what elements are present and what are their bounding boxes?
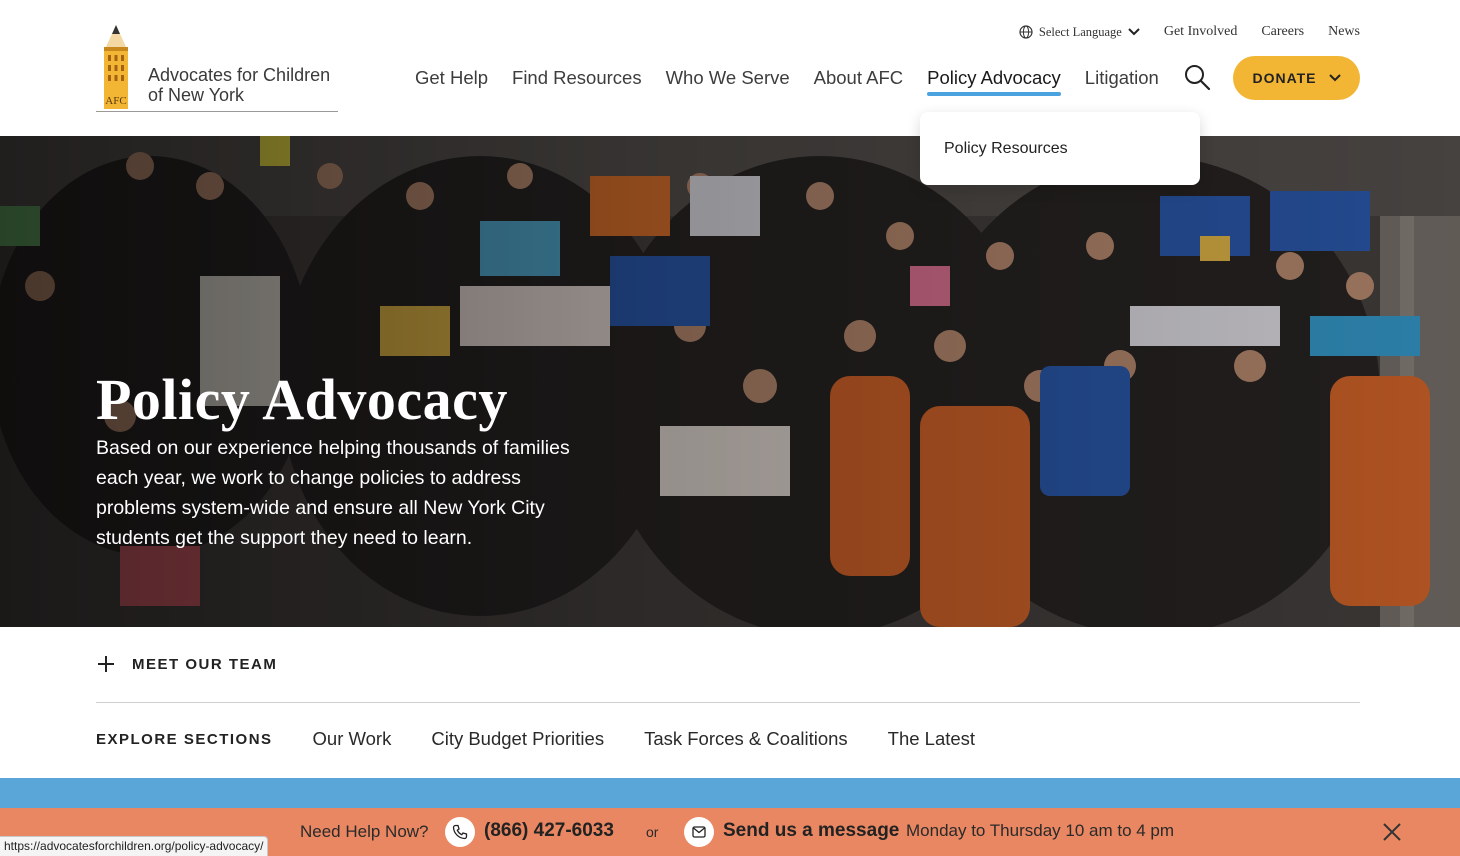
meet-our-team-toggle[interactable]: MEET OUR TEAM: [96, 654, 277, 674]
nav-item-policy-advocacy[interactable]: Policy Advocacy: [927, 62, 1061, 96]
utility-nav: Select Language Get Involved Careers New…: [1019, 24, 1360, 40]
chevron-down-icon: [1328, 74, 1341, 82]
policy-advocacy-dropdown: Policy Resources: [920, 112, 1200, 185]
logo-line-1: Advocates for Children: [148, 65, 331, 85]
pencil-building-logo-icon: AFC: [104, 25, 128, 109]
close-icon[interactable]: [1382, 822, 1402, 842]
main-nav: Get Help Find Resources Who We Serve Abo…: [415, 62, 1159, 96]
nav-item-about-afc[interactable]: About AFC: [814, 62, 903, 94]
hero-description: Based on our experience helping thousand…: [96, 437, 570, 549]
nav-item-get-help[interactable]: Get Help: [415, 62, 488, 94]
site-logo[interactable]: AFC Advocates for Children of New York: [96, 25, 338, 112]
site-header: AFC Advocates for Children of New York S…: [0, 0, 1460, 136]
search-icon[interactable]: [1183, 63, 1211, 91]
nav-item-find-resources[interactable]: Find Resources: [512, 62, 642, 94]
language-label: Select Language: [1038, 24, 1122, 39]
chevron-down-icon: [1128, 28, 1140, 36]
help-hours: Monday to Thursday 10 am to 4 pm: [906, 821, 1175, 840]
util-link-get-involved[interactable]: Get Involved: [1164, 24, 1237, 40]
svg-text:AFC: AFC: [105, 95, 126, 107]
hero-banner: Policy Advocacy Based on our experience …: [0, 136, 1460, 627]
or-separator: or: [646, 824, 659, 840]
status-bar-url: https://advocatesforchildren.org/policy-…: [0, 836, 269, 856]
util-link-news[interactable]: News: [1328, 24, 1360, 40]
logo-wordmark: Advocates for Children of New York: [148, 65, 330, 111]
globe-icon: [1019, 25, 1033, 39]
donate-label: DONATE: [1252, 70, 1317, 86]
page-title: Policy Advocacy: [96, 367, 508, 432]
explore-sections-label: EXPLORE SECTIONS: [96, 730, 273, 748]
section-link-our-work[interactable]: Our Work: [313, 728, 392, 750]
meet-our-team-label: MEET OUR TEAM: [132, 655, 278, 673]
envelope-icon: [684, 817, 714, 847]
send-message-link[interactable]: Send us a message: [723, 820, 899, 842]
explore-sections-nav: EXPLORE SECTIONS Our Work City Budget Pr…: [96, 728, 1015, 750]
section-link-the-latest[interactable]: The Latest: [888, 728, 975, 750]
phone-link[interactable]: (866) 427-6033: [484, 820, 614, 842]
language-selector[interactable]: Select Language: [1019, 25, 1140, 40]
plus-icon: [98, 656, 114, 672]
util-link-careers[interactable]: Careers: [1261, 24, 1304, 40]
donate-button[interactable]: DONATE: [1233, 56, 1360, 100]
blue-section-band: [0, 778, 1460, 808]
phone-icon: [445, 817, 475, 847]
help-bar-label: Need Help Now?: [300, 822, 429, 841]
section-divider: [96, 702, 1360, 703]
section-link-city-budget-priorities[interactable]: City Budget Priorities: [431, 728, 604, 750]
logo-line-2: of New York: [148, 85, 245, 105]
dropdown-item-policy-resources[interactable]: Policy Resources: [944, 140, 1068, 157]
nav-item-who-we-serve[interactable]: Who We Serve: [666, 62, 790, 94]
nav-item-litigation[interactable]: Litigation: [1085, 62, 1159, 94]
section-link-task-forces-coalitions[interactable]: Task Forces & Coalitions: [644, 728, 848, 750]
